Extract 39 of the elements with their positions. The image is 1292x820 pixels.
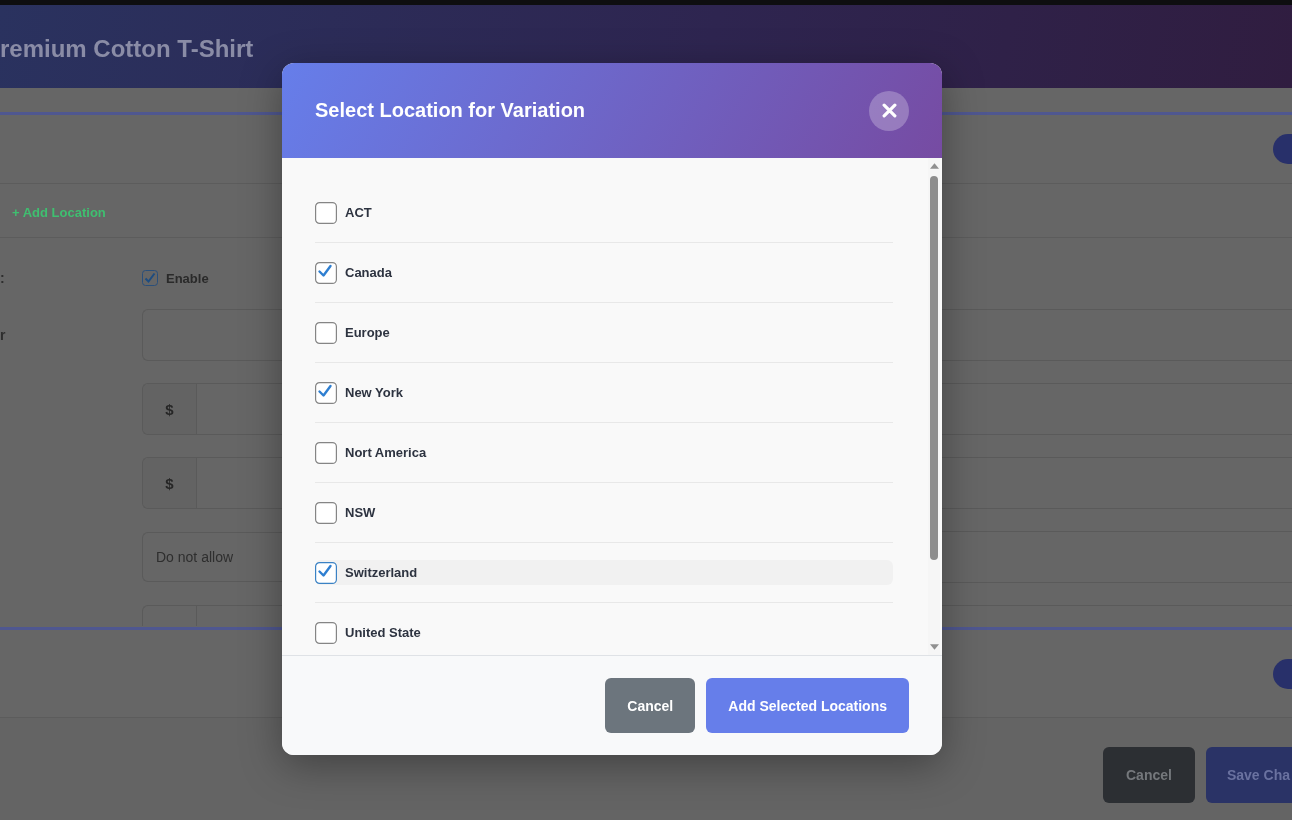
checkbox[interactable]	[315, 381, 337, 404]
location-label: Canada	[345, 265, 392, 280]
checkbox[interactable]	[315, 201, 337, 224]
location-option[interactable]: Nort America	[315, 440, 893, 465]
add-locations-button[interactable]: Add Selected Locations	[706, 678, 909, 733]
checkbox[interactable]	[315, 501, 337, 524]
scrollbar-thumb[interactable]	[930, 176, 938, 560]
round-button[interactable]	[1273, 658, 1292, 689]
scroll-down-arrow-icon[interactable]	[929, 644, 939, 650]
round-button[interactable]	[1273, 134, 1292, 164]
location-label: ACT	[345, 205, 372, 220]
location-option[interactable]: United State	[315, 620, 893, 645]
modal-title: Select Location for Variation	[315, 99, 586, 122]
location-option[interactable]: Europe	[315, 320, 893, 345]
page-title: remium Cotton T-Shirt	[0, 34, 254, 63]
scroll-up-arrow-icon[interactable]	[929, 163, 939, 169]
field-label: r	[0, 327, 6, 343]
close-icon	[881, 103, 897, 118]
location-label: Nort America	[345, 445, 427, 460]
location-option[interactable]: ACT	[315, 200, 893, 225]
checkbox[interactable]	[315, 261, 337, 284]
checkbox[interactable]	[142, 270, 158, 286]
checkbox[interactable]	[315, 621, 337, 644]
location-option[interactable]: NSW	[315, 500, 893, 525]
close-button[interactable]	[869, 90, 909, 131]
checkbox-label: Enable	[166, 270, 209, 286]
checkbox[interactable]	[315, 441, 337, 464]
location-label: United State	[345, 625, 421, 640]
location-option[interactable]: Canada	[315, 260, 893, 285]
cancel-button[interactable]: Cancel	[605, 678, 696, 733]
location-option[interactable]: New York	[315, 380, 893, 405]
field-label: :	[0, 270, 5, 286]
checkbox[interactable]	[315, 561, 337, 584]
location-option[interactable]: Switzerland	[315, 560, 893, 585]
location-label: Europe	[345, 325, 390, 340]
location-label: New York	[345, 385, 404, 400]
location-label: Switzerland	[345, 565, 418, 580]
location-label: NSW	[345, 505, 376, 520]
checkbox[interactable]	[315, 321, 337, 344]
